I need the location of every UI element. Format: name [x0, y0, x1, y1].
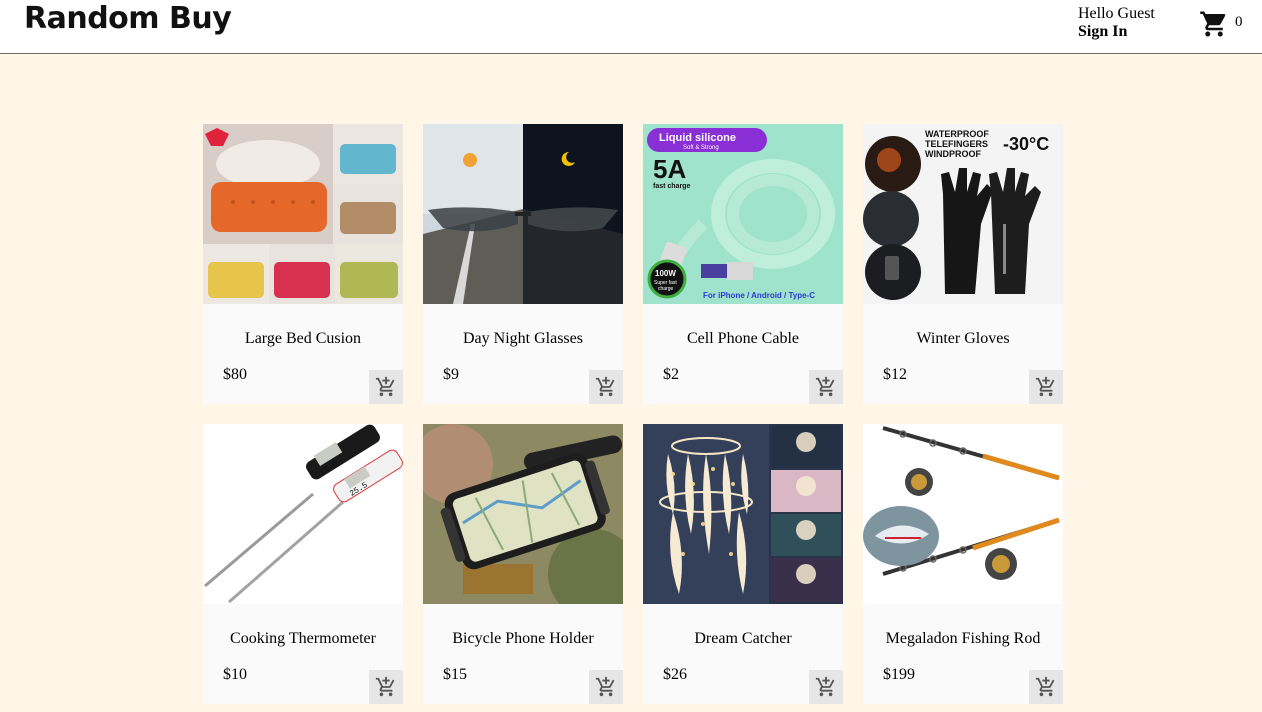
product-name[interactable]: Bicycle Phone Holder	[423, 630, 623, 648]
bed-cushion-image[interactable]	[203, 124, 403, 304]
add-to-cart-button[interactable]	[809, 370, 843, 404]
add-to-cart-button[interactable]	[369, 370, 403, 404]
fishing-rod-image[interactable]	[863, 424, 1063, 604]
product-name[interactable]: Cooking Thermometer	[203, 630, 403, 648]
cable-image[interactable]: Liquid silicone Soft & Strong 5A fast ch…	[643, 124, 843, 304]
svg-text:Liquid silicone: Liquid silicone	[659, 132, 736, 144]
svg-text:-30°C: -30°C	[1003, 134, 1049, 154]
product-name[interactable]: Day Night Glasses	[423, 330, 623, 348]
product-card[interactable]: Megaladon Fishing Rod $199	[863, 424, 1063, 704]
add-to-cart-button[interactable]	[1029, 670, 1063, 704]
product-card[interactable]: WATERPROOF TELEFINGERS WINDPROOF -30°C W…	[863, 124, 1063, 404]
product-card[interactable]: Dream Catcher $26	[643, 424, 843, 704]
product-price: $2	[663, 366, 679, 383]
add-to-cart-icon	[815, 676, 835, 697]
shopping-cart-icon	[1200, 11, 1226, 37]
product-card[interactable]: 26.8 25.5 Cooking Thermometer $10	[203, 424, 403, 704]
svg-text:TELEFINGERS: TELEFINGERS	[925, 139, 988, 149]
greeting-text: Hello Guest	[1078, 5, 1155, 22]
product-name[interactable]: Cell Phone Cable	[643, 330, 843, 348]
product-price: $15	[443, 666, 467, 683]
svg-text:100W: 100W	[655, 269, 676, 278]
cart-count: 0	[1235, 14, 1243, 30]
svg-text:5A: 5A	[653, 154, 686, 184]
product-price: $9	[443, 366, 459, 383]
add-to-cart-button[interactable]	[1029, 370, 1063, 404]
add-to-cart-button[interactable]	[589, 670, 623, 704]
add-to-cart-icon	[595, 676, 615, 697]
phone-holder-image[interactable]	[423, 424, 623, 604]
product-price: $80	[223, 366, 247, 383]
product-card[interactable]: Bicycle Phone Holder $15	[423, 424, 623, 704]
product-price: $10	[223, 666, 247, 683]
gloves-image[interactable]: WATERPROOF TELEFINGERS WINDPROOF -30°C	[863, 124, 1063, 304]
svg-text:WATERPROOF: WATERPROOF	[925, 129, 989, 139]
product-name[interactable]: Dream Catcher	[643, 630, 843, 648]
product-name[interactable]: Megaladon Fishing Rod	[863, 630, 1063, 648]
add-to-cart-button[interactable]	[369, 670, 403, 704]
add-to-cart-button[interactable]	[589, 370, 623, 404]
sign-in-link[interactable]: Sign In	[1078, 23, 1155, 41]
cart-button[interactable]: 0	[1199, 9, 1249, 39]
add-to-cart-icon	[375, 376, 395, 397]
svg-text:fast charge: fast charge	[653, 183, 690, 190]
svg-text:charge: charge	[658, 286, 674, 292]
thermometer-image[interactable]: 26.8 25.5	[203, 424, 403, 604]
add-to-cart-icon	[375, 676, 395, 697]
product-price: $12	[883, 366, 907, 383]
svg-text:WINDPROOF: WINDPROOF	[925, 149, 981, 159]
dream-catcher-image[interactable]	[643, 424, 843, 604]
site-logo[interactable]: Random Buy	[24, 1, 232, 36]
account-area: Hello Guest Sign In	[1078, 5, 1155, 41]
add-to-cart-icon	[595, 376, 615, 397]
add-to-cart-icon	[815, 376, 835, 397]
add-to-cart-icon	[1035, 676, 1055, 697]
product-card[interactable]: Large Bed Cusion $80	[203, 124, 403, 404]
product-card[interactable]: Liquid silicone Soft & Strong 5A fast ch…	[643, 124, 843, 404]
product-price: $26	[663, 666, 687, 683]
svg-text:Soft & Strong: Soft & Strong	[683, 145, 719, 151]
glasses-image[interactable]	[423, 124, 623, 304]
top-header: Random Buy Hello Guest Sign In 0	[0, 0, 1262, 54]
product-card[interactable]: Day Night Glasses $9	[423, 124, 623, 404]
add-to-cart-button[interactable]	[809, 670, 843, 704]
product-name[interactable]: Large Bed Cusion	[203, 330, 403, 348]
add-to-cart-icon	[1035, 376, 1055, 397]
product-price: $199	[883, 666, 915, 683]
svg-text:For iPhone / Android / Type-C: For iPhone / Android / Type-C	[703, 291, 815, 300]
product-name[interactable]: Winter Gloves	[863, 330, 1063, 348]
